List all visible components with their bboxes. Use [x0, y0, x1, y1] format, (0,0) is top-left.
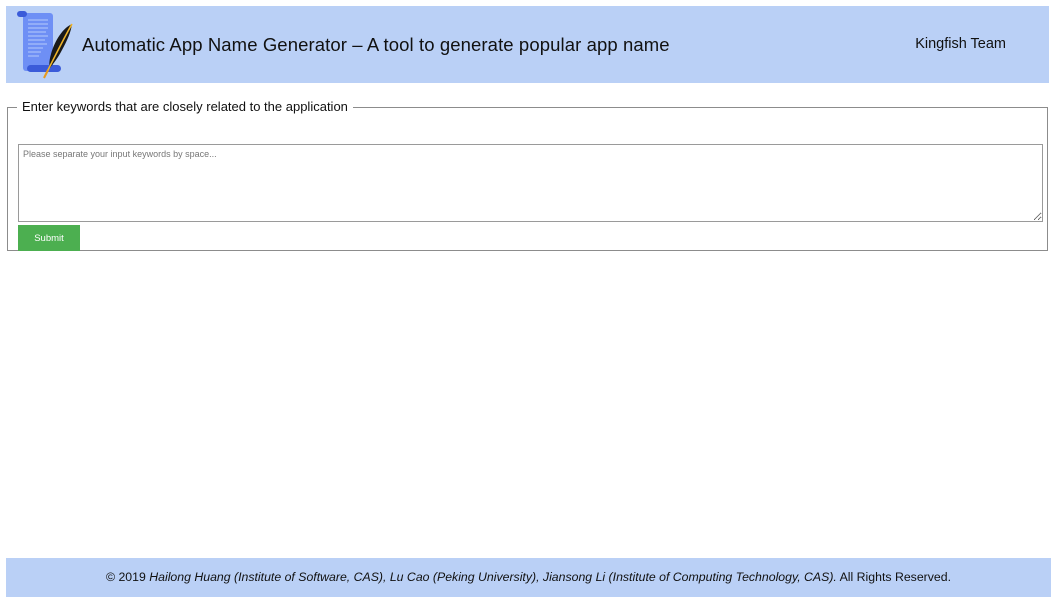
submit-button[interactable]: Submit — [18, 225, 80, 251]
rights-text: All Rights Reserved. — [839, 570, 951, 584]
keywords-fieldset: Enter keywords that are closely related … — [7, 99, 1048, 251]
copyright-text: © 2019 — [105, 570, 146, 584]
page-footer: © 2019 Hailong Huang (Institute of Softw… — [6, 558, 1051, 597]
team-name: Kingfish Team — [915, 36, 1006, 52]
authors-text: Hailong Huang (Institute of Software, CA… — [149, 570, 837, 584]
page-title: Automatic App Name Generator – A tool to… — [82, 34, 670, 55]
page-header: Automatic App Name Generator – A tool to… — [6, 6, 1049, 83]
scroll-quill-icon — [17, 11, 73, 79]
keywords-legend: Enter keywords that are closely related … — [22, 99, 348, 114]
keywords-input[interactable] — [18, 144, 1043, 222]
